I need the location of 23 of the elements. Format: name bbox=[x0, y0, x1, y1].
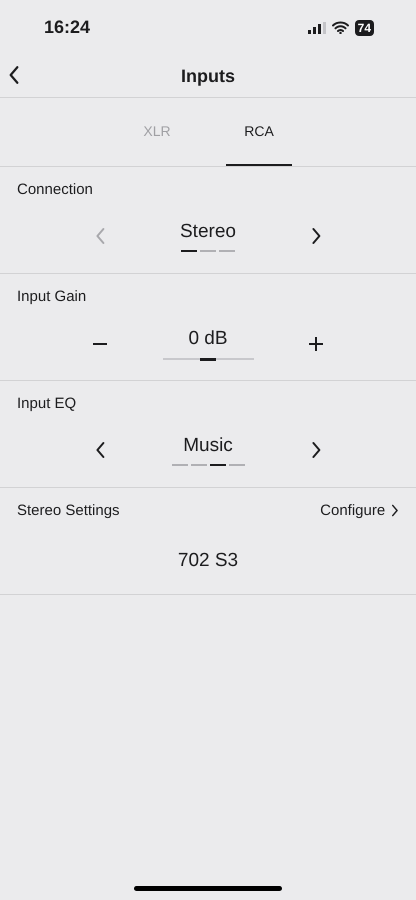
chevron-left-icon bbox=[94, 441, 106, 459]
speaker-model: 702 S3 bbox=[178, 549, 238, 573]
section-label: Input EQ bbox=[17, 395, 78, 412]
page-title: Inputs bbox=[181, 66, 235, 86]
signal-icon bbox=[308, 22, 326, 34]
selector-value: Music bbox=[183, 434, 233, 458]
configure-link[interactable]: Configure bbox=[320, 502, 399, 519]
plus-icon bbox=[308, 336, 324, 352]
section-label: Input Gain bbox=[17, 288, 88, 305]
chevron-right-icon bbox=[310, 227, 322, 245]
gain-value: 0 dB bbox=[188, 327, 228, 351]
minus-icon bbox=[92, 342, 108, 344]
section-label: Stereo Settings bbox=[17, 502, 120, 519]
input-tab[interactable]: RCA bbox=[226, 98, 292, 166]
chevron-right-icon bbox=[310, 441, 322, 459]
chevron-right-icon bbox=[391, 504, 399, 517]
battery-level: 74 bbox=[354, 20, 374, 36]
section-label: Connection bbox=[17, 181, 94, 198]
wifi-icon bbox=[332, 21, 349, 34]
selector-value: Stereo bbox=[180, 220, 236, 244]
status-time: 16:24 bbox=[44, 17, 90, 38]
back-icon bbox=[8, 65, 20, 85]
chevron-left-icon bbox=[94, 227, 106, 245]
